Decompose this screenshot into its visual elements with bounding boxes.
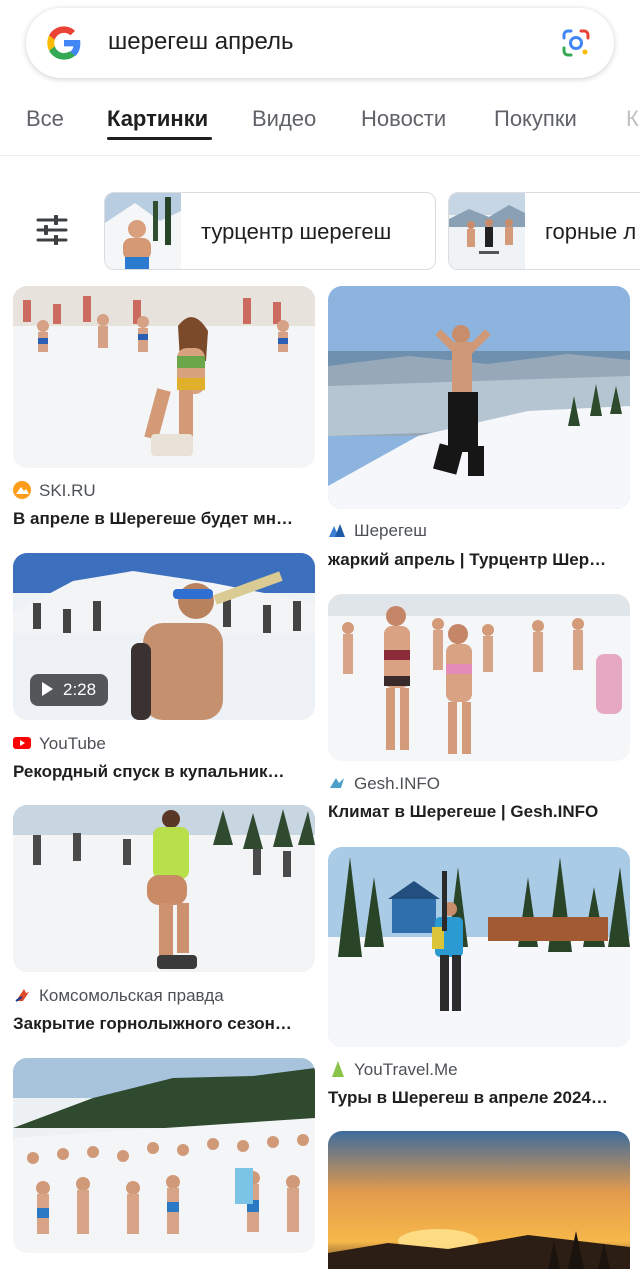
chip-related-search[interactable]: горные л — [448, 192, 640, 270]
result-image — [13, 805, 315, 972]
result-source[interactable]: Шерегеш — [328, 521, 427, 541]
sheregesh-icon — [329, 524, 345, 537]
result-source-name: SKI.RU — [39, 481, 96, 500]
result-source-name: Шерегеш — [354, 521, 427, 540]
chip-thumbnail-image — [449, 193, 525, 269]
search-header: шерегеш апрель — [0, 0, 640, 92]
result-thumbnail[interactable] — [328, 594, 630, 761]
chip-related-search[interactable]: турцентр шерегеш — [104, 192, 436, 270]
search-input[interactable]: шерегеш апрель — [108, 28, 294, 56]
result-thumbnail[interactable] — [13, 1058, 315, 1253]
result-title[interactable]: Рекордный спуск в купальник… — [13, 762, 315, 782]
result-image — [328, 286, 630, 509]
result-title[interactable]: Закрытие горнолыжного сезон… — [13, 1014, 315, 1034]
result-title[interactable]: Туры в Шерегеш в апреле 2024… — [328, 1088, 630, 1108]
result-image — [13, 1058, 315, 1253]
result-thumbnail[interactable] — [328, 847, 630, 1047]
filter-icon[interactable] — [34, 212, 70, 248]
tab-more[interactable]: К — [626, 106, 639, 132]
chip-label: турцентр шерегеш — [201, 219, 392, 244]
tab-shopping[interactable]: Покупки — [494, 106, 577, 132]
result-source[interactable]: YouTube — [13, 734, 106, 754]
tab-video[interactable]: Видео — [252, 106, 316, 132]
result-title[interactable]: Климат в Шерегеше | Gesh.INFO — [328, 802, 630, 822]
youtravel-icon — [332, 1061, 344, 1077]
result-source-name: YouTravel.Me — [354, 1060, 458, 1079]
result-image — [328, 594, 630, 761]
result-source[interactable]: Комсомольская правда — [13, 986, 224, 1006]
google-logo-icon[interactable] — [44, 23, 84, 63]
tab-all[interactable]: Все — [26, 106, 64, 132]
result-title[interactable]: В апреле в Шерегеше будет мн… — [13, 509, 315, 529]
google-lens-icon[interactable] — [560, 27, 592, 59]
result-source-name: Gesh.INFO — [354, 774, 440, 793]
youtube-icon — [13, 737, 31, 749]
result-image — [13, 286, 315, 468]
kp-icon — [15, 989, 29, 1002]
ski-ru-icon — [13, 481, 31, 499]
active-tab-indicator — [107, 137, 212, 140]
gesh-info-icon — [330, 778, 344, 788]
result-source-name: Комсомольская правда — [39, 986, 224, 1005]
result-source[interactable]: SKI.RU — [13, 481, 96, 501]
related-chips: турцентр шерегеш горные л — [0, 190, 640, 272]
result-image — [328, 1131, 630, 1269]
search-tabs: Все Картинки Видео Новости Покупки К — [0, 92, 640, 156]
tab-images[interactable]: Картинки — [107, 106, 208, 132]
video-duration: 2:28 — [63, 680, 97, 699]
result-thumbnail[interactable] — [13, 805, 315, 972]
result-thumbnail[interactable] — [13, 286, 315, 468]
result-thumbnail[interactable] — [328, 286, 630, 509]
search-bar[interactable]: шерегеш апрель — [26, 8, 614, 78]
result-source[interactable]: Gesh.INFO — [328, 774, 440, 794]
result-image — [328, 847, 630, 1047]
result-thumbnail[interactable] — [328, 1131, 630, 1269]
result-title[interactable]: жаркий апрель | Турцентр Шер… — [328, 550, 630, 570]
tab-news[interactable]: Новости — [361, 106, 446, 132]
result-source-name: YouTube — [39, 734, 106, 753]
video-duration-badge: 2:28 — [30, 674, 109, 706]
play-icon — [42, 682, 53, 696]
result-source[interactable]: YouTravel.Me — [328, 1060, 458, 1080]
result-thumbnail[interactable]: 2:28 — [13, 553, 315, 720]
chip-thumbnail-image — [105, 193, 181, 269]
chip-label: горные л — [545, 219, 637, 244]
